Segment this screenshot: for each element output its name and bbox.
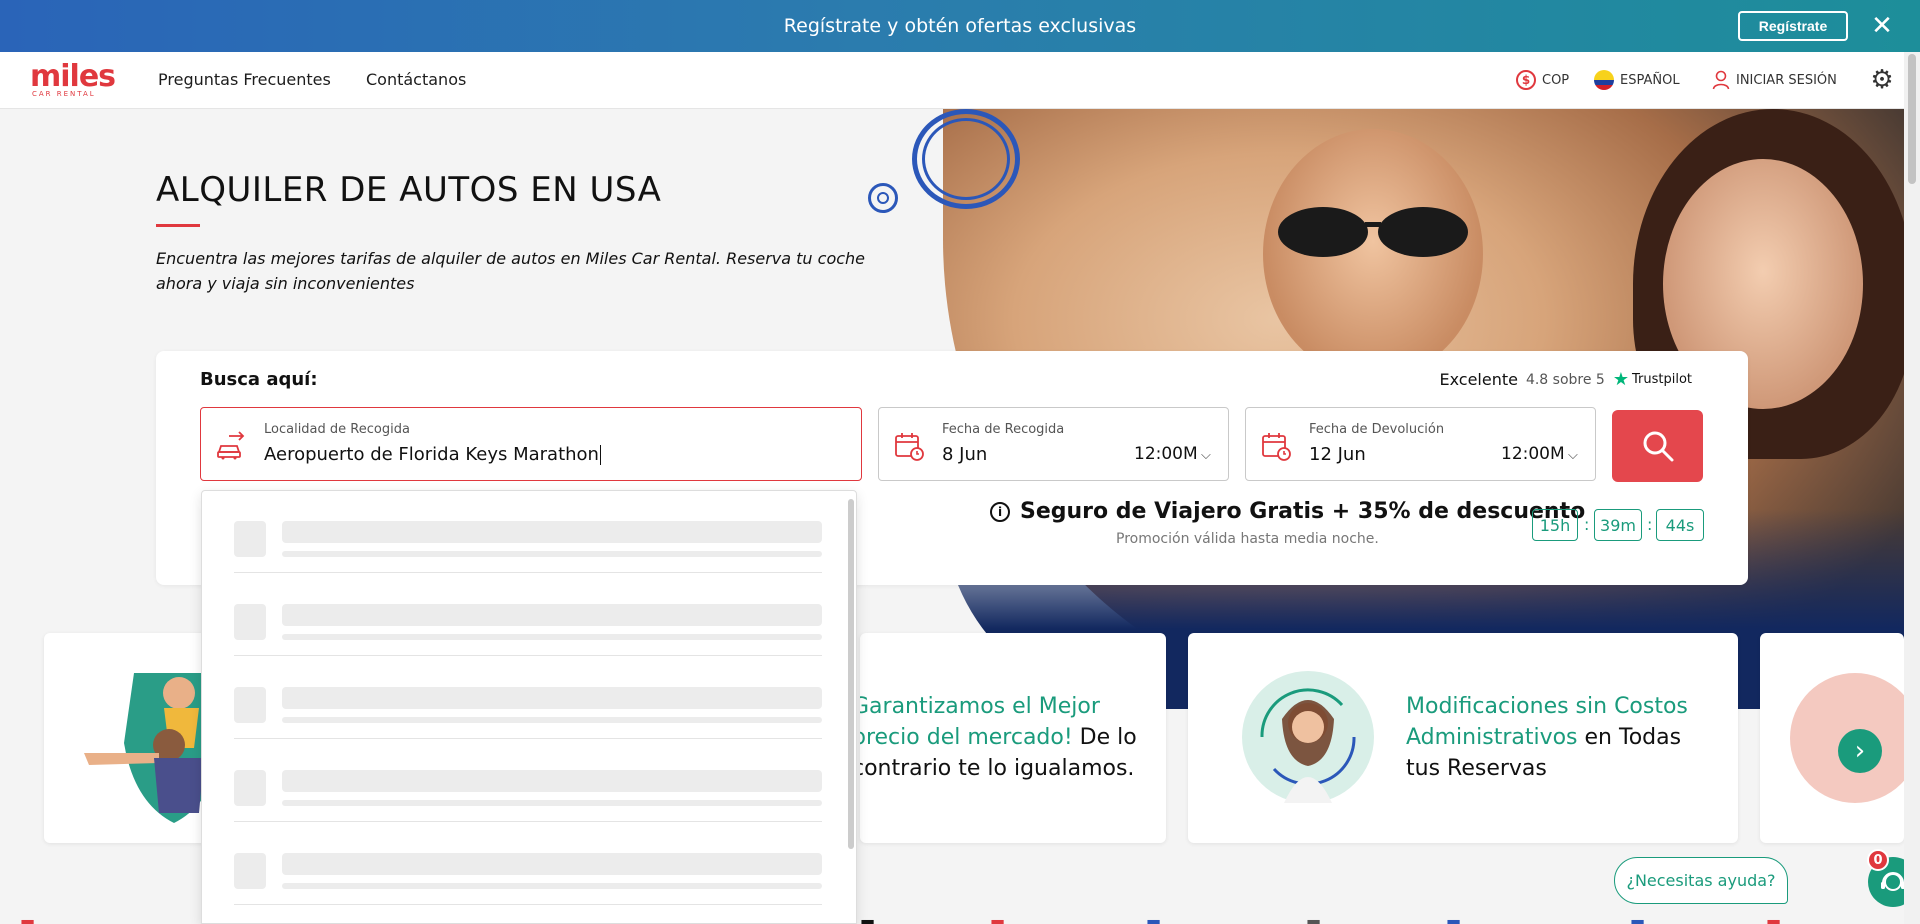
return-time-value[interactable]: 12:00M xyxy=(1501,444,1565,464)
trustpilot-label: Trustpilot xyxy=(1631,372,1692,387)
title-underline xyxy=(156,224,200,227)
help-badge: 0 xyxy=(1867,849,1889,871)
currency-label: COP xyxy=(1542,72,1570,88)
partner-logo: ▬ xyxy=(1630,912,1646,924)
close-icon[interactable]: ✕ xyxy=(1868,12,1896,40)
user-icon xyxy=(1712,70,1730,90)
pickup-time-value[interactable]: 12:00M xyxy=(1134,444,1198,464)
feature-modifications-text: Modificaciones sin Costos Administrativo… xyxy=(1406,694,1688,781)
trustpilot-rating[interactable]: Excelente 4.8 sobre 5 ★ Trustpilot xyxy=(1439,369,1692,390)
partner-logo: ▬ xyxy=(990,912,1006,924)
location-suggestions-dropdown[interactable] xyxy=(201,490,857,924)
login-link[interactable]: INICIAR SESIÓN xyxy=(1712,70,1837,90)
promo-note: Promoción válida hasta media noche. xyxy=(1116,531,1379,547)
timer-separator: : xyxy=(1647,515,1653,534)
feature-card-traveler xyxy=(1760,633,1904,843)
calendar-icon xyxy=(895,433,924,461)
nav-contact[interactable]: Contáctanos xyxy=(366,70,466,89)
trustpilot-logo: ★ Trustpilot xyxy=(1613,369,1692,390)
pickup-date-value[interactable]: 8 Jun xyxy=(942,444,987,465)
search-heading: Busca aquí: xyxy=(200,369,318,390)
timer-separator: : xyxy=(1584,515,1590,534)
return-date-label: Fecha de Devolución xyxy=(1309,422,1445,437)
partner-logo: ▬ xyxy=(1766,912,1782,924)
promo-banner: Regístrate y obtén ofertas exclusivas Re… xyxy=(0,0,1920,52)
page-scrollbar[interactable] xyxy=(1904,52,1920,924)
feature-price-text: Garantizamos el Mejor precio del mercado… xyxy=(860,694,1137,781)
star-icon: ★ xyxy=(1612,369,1629,390)
decor-ring-inner xyxy=(922,118,1010,200)
suggestion-skeleton xyxy=(234,491,822,573)
chevron-down-icon[interactable]: ⌵ xyxy=(1568,448,1578,463)
refresh-arrows-icon xyxy=(1260,688,1356,803)
pickup-date-field[interactable]: Fecha de Recogida 8 Jun 12:00M ⌵ xyxy=(878,407,1229,481)
calendar-icon xyxy=(1262,433,1291,461)
pickup-location-input[interactable]: Aeropuerto de Florida Keys Marathon xyxy=(264,444,602,465)
pickup-location-label: Localidad de Recogida xyxy=(264,422,410,437)
dropdown-scrollbar[interactable] xyxy=(848,499,854,849)
promo-banner-text: Regístrate y obtén ofertas exclusivas xyxy=(783,15,1137,37)
partner-logo: ▬ xyxy=(860,912,876,924)
search-button[interactable] xyxy=(1612,410,1703,482)
return-date-value[interactable]: 12 Jun xyxy=(1309,444,1366,465)
partner-logo: ▬ xyxy=(1146,912,1162,924)
register-button[interactable]: Regístrate xyxy=(1738,11,1848,41)
language-label: ESPAÑOL xyxy=(1620,72,1680,88)
pickup-date-label: Fecha de Recogida xyxy=(942,422,1065,437)
logo-text: miles xyxy=(30,59,116,94)
nav-faq[interactable]: Preguntas Frecuentes xyxy=(158,70,331,89)
timer-minutes: 39m xyxy=(1594,509,1642,541)
logo[interactable]: miles CAR RENTAL xyxy=(30,59,116,102)
partner-logo: ▬ xyxy=(1306,912,1322,924)
partner-logo: ▬ xyxy=(20,912,36,924)
suggestion-skeleton xyxy=(234,657,822,739)
feature-card-price: Garantizamos el Mejor precio del mercado… xyxy=(860,633,1166,843)
suggestion-skeleton xyxy=(234,740,822,822)
partner-logo: ▬ xyxy=(1446,912,1462,924)
suggestion-skeleton xyxy=(234,823,822,905)
suggestion-skeleton xyxy=(234,574,822,656)
header: miles CAR RENTAL Preguntas Frecuentes Co… xyxy=(0,52,1904,109)
promo-offer: i Seguro de Viajero Gratis + 35% de desc… xyxy=(990,499,1585,524)
feature-card-modifications: Modificaciones sin Costos Administrativo… xyxy=(1188,633,1738,843)
sunglasses-graphic xyxy=(1278,207,1468,257)
timer-seconds: 44s xyxy=(1656,509,1704,541)
colombia-flag-icon xyxy=(1594,70,1614,90)
gear-icon[interactable]: ⚙ xyxy=(1866,64,1898,96)
pickup-location-field[interactable]: Localidad de Recogida Aeropuerto de Flor… xyxy=(200,407,862,481)
dollar-coin-icon: $ xyxy=(1516,70,1536,90)
chevron-down-icon[interactable]: ⌵ xyxy=(1201,448,1211,463)
search-icon xyxy=(1643,431,1673,462)
return-date-field[interactable]: Fecha de Devolución 12 Jun 12:00M ⌵ xyxy=(1245,407,1596,481)
car-arrow-icon xyxy=(217,431,245,460)
timer-hours: 15h xyxy=(1532,509,1578,541)
promo-offer-text: Seguro de Viajero Gratis + 35% de descue… xyxy=(1020,499,1586,524)
decor-ring-dot xyxy=(877,192,889,204)
woman-phone-illustration xyxy=(1242,671,1374,803)
page-title: ALQUILER DE AUTOS EN USA xyxy=(156,170,662,210)
help-button[interactable]: ¿Necesitas ayuda? xyxy=(1614,857,1788,904)
trust-label: Excelente xyxy=(1439,370,1518,389)
language-selector[interactable]: ESPAÑOL xyxy=(1594,70,1680,90)
login-label: INICIAR SESIÓN xyxy=(1736,72,1837,88)
trust-score: 4.8 sobre 5 xyxy=(1525,371,1605,388)
currency-selector[interactable]: $ COP xyxy=(1516,70,1569,90)
carousel-next-button[interactable]: › xyxy=(1838,729,1882,773)
scrollbar-thumb[interactable] xyxy=(1908,54,1916,184)
info-icon[interactable]: i xyxy=(990,501,1010,522)
hero-subtitle: Encuentra las mejores tarifas de alquile… xyxy=(156,249,866,293)
